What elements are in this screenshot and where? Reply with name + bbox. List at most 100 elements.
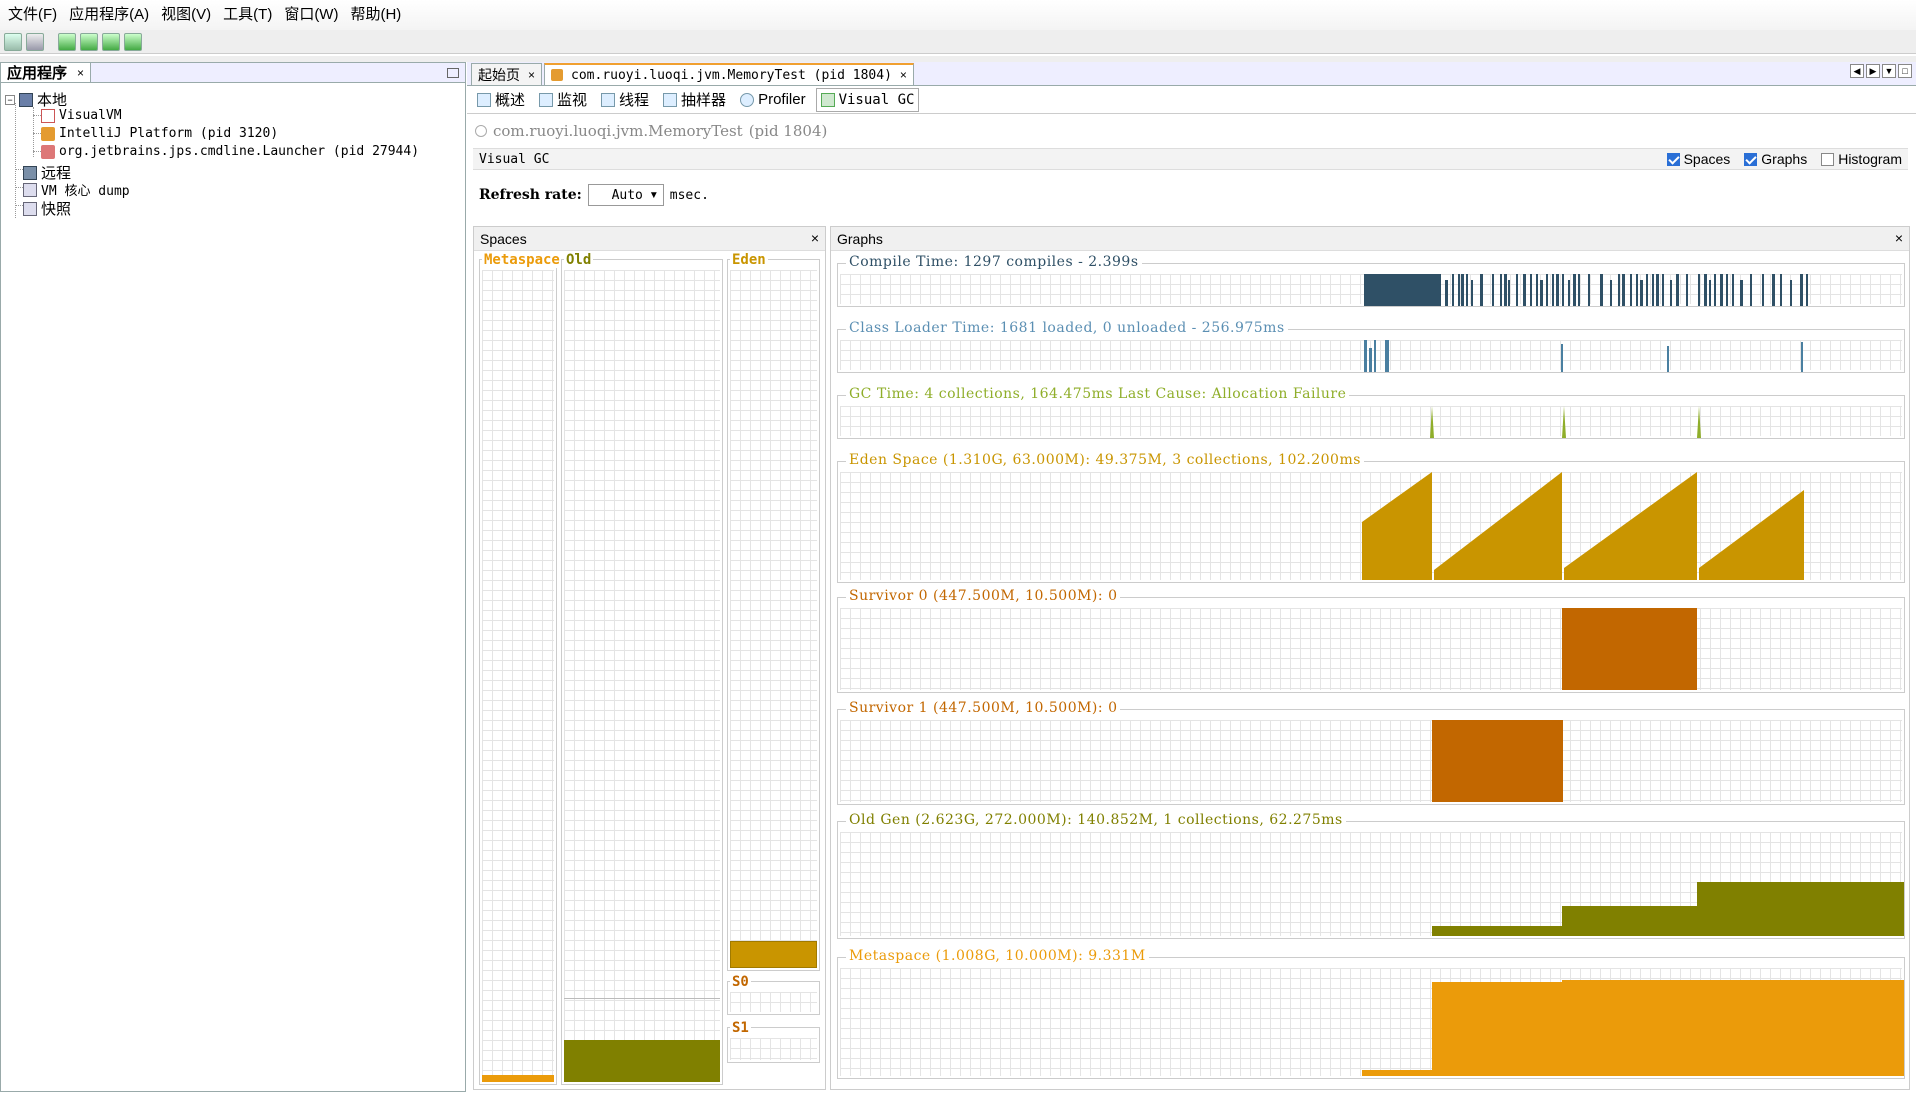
menu-window[interactable]: 窗口(W)	[278, 0, 344, 30]
scroll-right-icon[interactable]: ▶	[1866, 64, 1880, 78]
survivor0-label: Survivor 0 (447.500M, 10.500M): 0	[846, 588, 1121, 604]
gc-time-svg	[1430, 406, 1701, 438]
compile-burst	[1364, 274, 1441, 306]
survivor1-svg	[1432, 720, 1563, 802]
compile-spike	[1790, 280, 1792, 306]
refresh-rate-row: Refresh rate: Auto ▼ msec.	[479, 184, 709, 206]
tree-node-coredump[interactable]: VM 核心 dump	[23, 180, 130, 199]
survivor0-area	[1562, 608, 1697, 690]
tab-visual-gc[interactable]: Visual GC	[815, 87, 920, 112]
metaspace-fill	[482, 1075, 554, 1082]
minimize-icon[interactable]	[447, 67, 459, 78]
tree-node-local[interactable]: − 本地	[5, 89, 67, 110]
graphs-checkbox[interactable]: Graphs	[1744, 151, 1807, 167]
sampler-icon	[663, 92, 678, 107]
java-process-icon	[41, 144, 55, 159]
tab-memorytest-label: com.ruoyi.luoqi.jvm.MemoryTest (pid 1804…	[571, 67, 892, 83]
compile-spike	[1516, 274, 1518, 306]
compile-spike	[1704, 274, 1707, 306]
histogram-checkbox[interactable]: Histogram	[1821, 151, 1902, 167]
refresh-rate-select[interactable]: Auto ▼	[587, 184, 664, 206]
compile-spike	[1636, 274, 1638, 306]
compile-spike	[1662, 274, 1664, 306]
menu-help[interactable]: 帮助(H)	[344, 0, 407, 30]
old-gen-label: Old Gen (2.623G, 272.000M): 140.852M, 1 …	[846, 812, 1346, 828]
menu-application[interactable]: 应用程序(A)	[63, 0, 155, 30]
close-icon[interactable]: ×	[77, 66, 84, 80]
menu-tools[interactable]: 工具(T)	[217, 0, 278, 30]
snapshot-icon[interactable]	[124, 32, 142, 51]
document-tabs: 起始页 × com.ruoyi.luoqi.jvm.MemoryTest (pi…	[467, 62, 1916, 86]
compile-spike	[1740, 280, 1743, 306]
gc-spike	[1562, 406, 1566, 438]
metaspace-svg	[1362, 980, 1904, 1076]
tree-node-launcher[interactable]: org.jetbrains.jps.cmdline.Launcher (pid …	[41, 144, 419, 159]
tab-start-page[interactable]: 起始页 ×	[471, 63, 543, 85]
compile-spike	[1800, 274, 1803, 306]
tree-node-intellij[interactable]: IntelliJ Platform (pid 3120)	[41, 126, 278, 141]
histogram-checkbox-label: Histogram	[1838, 151, 1902, 167]
status-icon	[475, 125, 487, 137]
close-icon[interactable]: ×	[528, 68, 535, 82]
tab-monitor[interactable]: 监视	[535, 88, 591, 112]
tree-node-snapshot[interactable]: 快照	[23, 198, 71, 219]
compile-spike	[1646, 274, 1648, 306]
tree-node-visualvm[interactable]: VisualVM	[41, 108, 122, 123]
compile-time-label: Compile Time: 1297 compiles - 2.399s	[846, 254, 1142, 270]
s1-grid	[730, 1038, 817, 1060]
tab-overview-label: 概述	[495, 92, 526, 109]
graphs-panel: Graphs × Compile Time: 1297 compiles - 2…	[830, 226, 1910, 1090]
maximize-icon[interactable]: □	[1898, 64, 1912, 78]
thread-dump-icon[interactable]	[102, 32, 120, 51]
tab-list-icon[interactable]: ▼	[1882, 64, 1896, 78]
close-icon[interactable]: ×	[900, 68, 907, 82]
compile-spike	[1508, 280, 1510, 306]
compile-spike	[1676, 274, 1679, 306]
compile-spike	[1500, 274, 1502, 306]
spaces-panel-header: Spaces ×	[474, 227, 825, 251]
compile-spike	[1622, 274, 1625, 306]
old-grid	[564, 270, 720, 1082]
old-gen-svg	[1432, 882, 1904, 936]
java-process-icon	[41, 126, 55, 141]
applications-tab[interactable]: 应用程序 ×	[1, 63, 92, 82]
load-snapshot-icon[interactable]	[4, 32, 22, 51]
refresh-rate-value: Auto	[611, 187, 643, 203]
toolbar	[0, 30, 1916, 54]
tab-visual-gc-label: Visual GC	[838, 91, 915, 108]
class-loader-graph: Class Loader Time: 1681 loaded, 0 unload…	[837, 320, 1905, 373]
compile-spike	[1686, 274, 1688, 306]
tab-memorytest[interactable]: com.ruoyi.luoqi.jvm.MemoryTest (pid 1804…	[544, 63, 914, 85]
close-icon[interactable]: ×	[811, 230, 819, 246]
tab-threads[interactable]: 线程	[597, 88, 653, 112]
scroll-left-icon[interactable]: ◀	[1850, 64, 1864, 78]
compile-spike	[1652, 274, 1654, 306]
core-dump-icon	[23, 182, 37, 197]
tab-threads-label: 线程	[619, 92, 650, 109]
heap-dump-icon[interactable]	[80, 32, 98, 51]
metaspace-area	[1362, 980, 1904, 1076]
tab-profiler[interactable]: Profiler	[736, 88, 810, 112]
survivor0-plot	[840, 608, 1902, 690]
compile-spike	[1670, 280, 1672, 306]
refresh-rate-label: Refresh rate:	[479, 187, 582, 203]
menu-view[interactable]: 视图(V)	[155, 0, 217, 30]
close-icon[interactable]: ×	[1895, 230, 1903, 246]
compile-spike	[1762, 274, 1764, 306]
gc-spike	[1430, 406, 1434, 438]
add-jmx-icon[interactable]	[58, 32, 76, 51]
compile-spike	[1600, 274, 1603, 306]
graphs-panel-title: Graphs	[837, 230, 883, 247]
applications-tab-label: 应用程序	[7, 65, 68, 82]
compile-spike	[1750, 274, 1752, 306]
compile-spike	[1523, 274, 1526, 306]
checkbox-icon	[1744, 152, 1758, 166]
info-icon	[477, 92, 491, 107]
menu-file[interactable]: 文件(F)	[2, 0, 63, 30]
collapse-icon[interactable]: −	[5, 94, 15, 105]
tab-sampler[interactable]: 抽样器	[659, 88, 730, 112]
spaces-checkbox[interactable]: Spaces	[1666, 151, 1730, 167]
tab-overview[interactable]: 概述	[473, 88, 529, 112]
save-icon[interactable]	[26, 32, 44, 51]
compile-spike	[1471, 280, 1473, 306]
